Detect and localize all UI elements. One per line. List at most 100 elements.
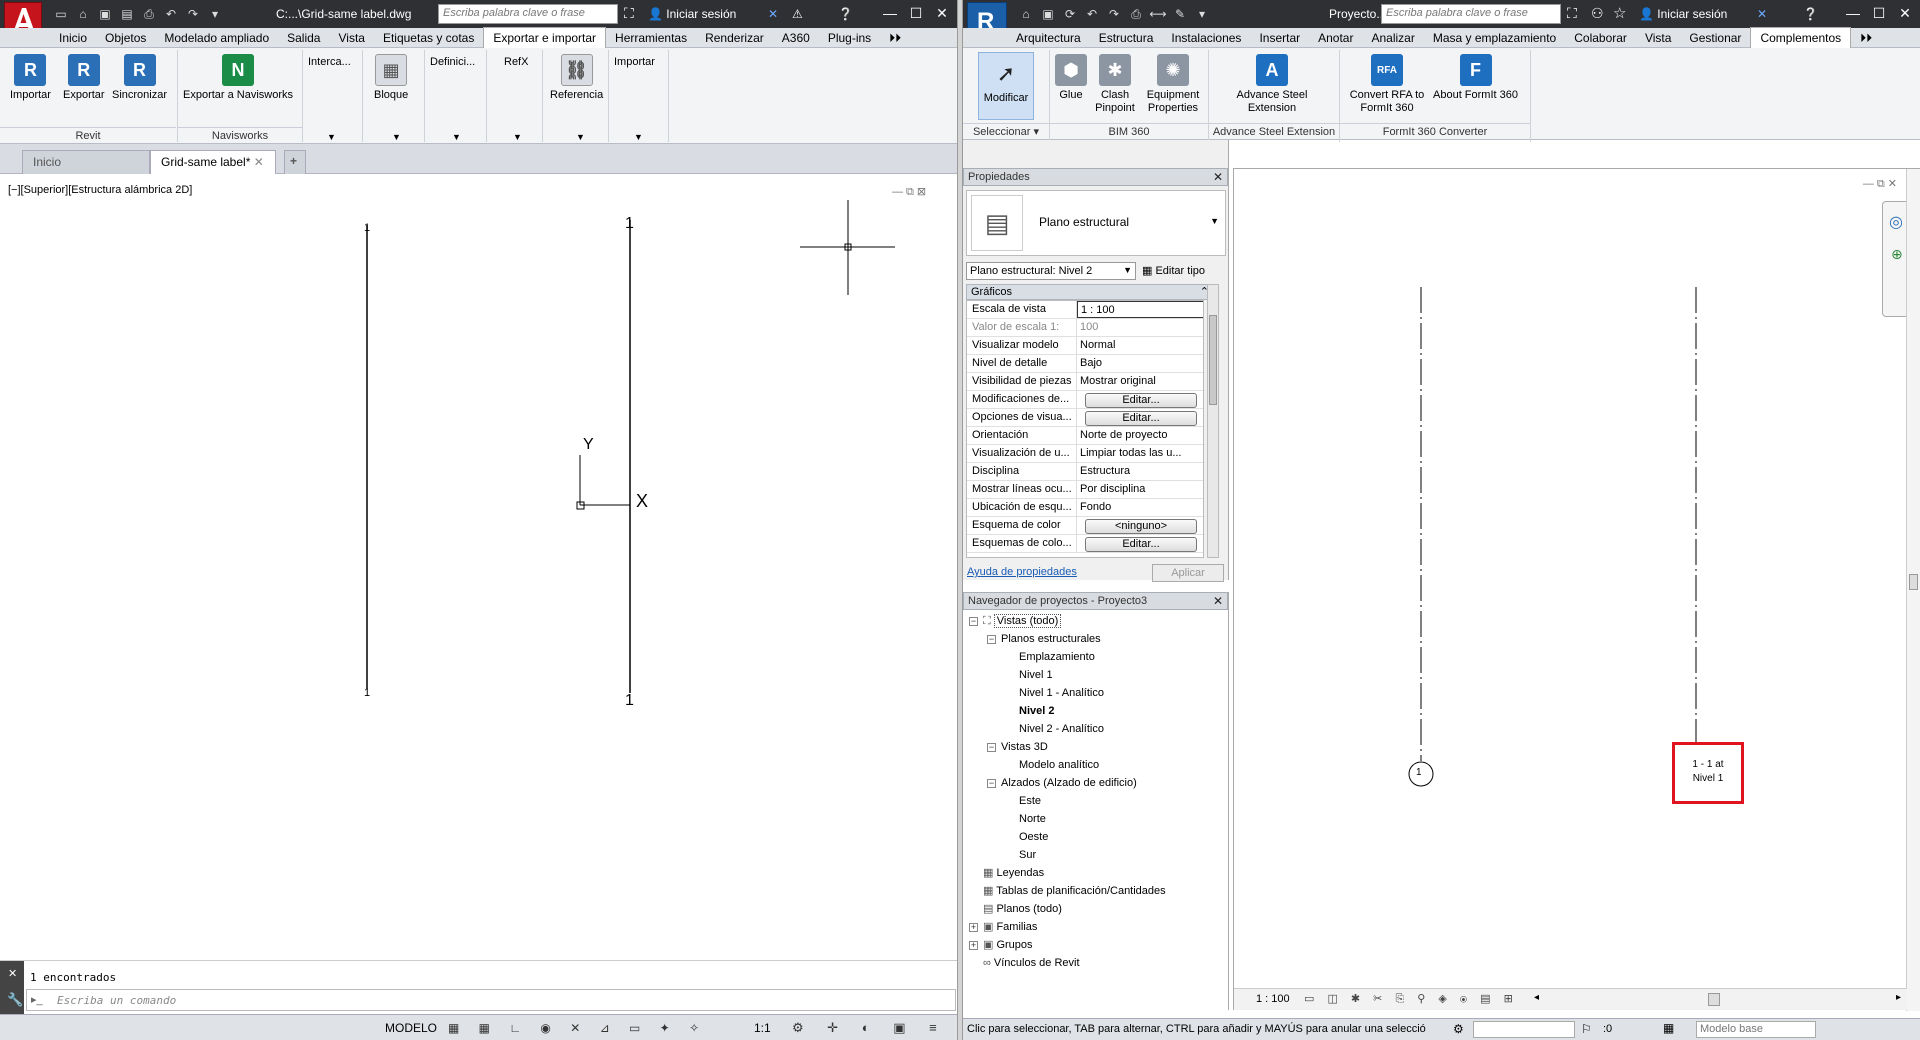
collapse-icon[interactable]: − [987,635,996,644]
instance-selector[interactable]: Plano estructural: Nivel 2 ▼ [966,262,1136,280]
property-row[interactable]: Esquema de color <ninguno> [967,517,1203,535]
revit-search-input[interactable]: Escriba palabra clave o frase [1381,4,1561,24]
advance-steel-button[interactable]: A Advance Steel Extension [1225,54,1319,115]
a360-icon[interactable]: ⚠ [792,7,803,21]
worksharing-icon[interactable]: ⚙ [1453,1022,1464,1036]
browser-item[interactable]: Este [1019,792,1041,810]
properties-help-link[interactable]: Ayuda de propiedades [967,566,1077,578]
open-file-icon[interactable]: ⌂ [74,5,92,23]
expand-icon[interactable]: + [969,923,978,932]
autocad-tab-10[interactable]: Plug-ins [819,28,880,48]
model-space-button[interactable]: MODELO [385,1021,437,1035]
status-field[interactable] [1473,1021,1575,1038]
definition-panel[interactable]: Definici... [430,56,475,69]
browser-item[interactable]: ▦ Tablas de planificación/Cantidades [983,882,1166,900]
navisworks-export-button[interactable]: N Exportar a Navisworks [183,54,293,102]
revit-tab-7[interactable]: Colaborar [1565,28,1636,48]
property-edit-button[interactable]: Editar... [1085,537,1197,552]
property-value[interactable]: Norte de proyecto [1077,427,1203,444]
collapse-icon[interactable]: − [969,617,978,626]
annotate-icon[interactable]: ✎ [1171,5,1189,23]
browser-item[interactable]: Nivel 1 - Analítico [1019,684,1104,702]
chevron-down-icon[interactable]: ▼ [576,132,585,142]
browser-item[interactable]: Alzados (Alzado de edificio) [1001,774,1137,792]
interchange-panel[interactable]: Interca... [308,56,351,69]
property-value[interactable]: Editar... [1077,391,1203,408]
revit-tab-5[interactable]: Analizar [1362,28,1423,48]
property-value[interactable]: Fondo [1077,499,1203,516]
browser-item[interactable]: ⛶ Vistas (todo) [983,612,1062,630]
scroll-thumb[interactable] [1209,315,1217,405]
scroll-left-icon[interactable]: ◂ [1534,992,1539,1003]
maximize-icon[interactable]: ☐ [1868,2,1890,24]
annotation-scale[interactable]: 1:1 [754,1021,771,1035]
more-tabs-icon[interactable]: ⏵⏵ [880,28,910,48]
property-edit-button[interactable]: Editar... [1085,393,1197,408]
command-input[interactable]: ▸_ Escriba un comando [26,989,956,1011]
browser-item[interactable]: Vistas 3D [1001,738,1048,756]
browser-item[interactable]: Modelo analítico [1019,756,1099,774]
measure-icon[interactable]: ⟷ [1149,5,1167,23]
autocad-tab-5[interactable]: Etiquetas y cotas [374,28,483,48]
browser-item[interactable]: Planos estructurales [1001,630,1101,648]
help-icon[interactable]: ❔ [838,7,853,21]
command-line-grip[interactable]: ✕ 🔧 [0,961,24,1015]
subscription-icon[interactable]: ⚇ [1591,5,1604,22]
browser-item[interactable]: Oeste [1019,828,1048,846]
reference-button[interactable]: ⛓ Referencia [550,54,603,102]
browser-item[interactable]: Nivel 2 [1019,702,1054,720]
property-row[interactable]: Esquemas de colo... Editar... [967,535,1203,553]
expand-icon[interactable]: + [969,941,978,950]
close-icon[interactable]: ✕ [8,967,24,980]
about-formit-button[interactable]: F About FormIt 360 [1433,54,1518,102]
graphics-section-header[interactable]: Gráficos ⌃ [966,284,1214,300]
highlighted-grid-label[interactable]: 1 - 1 at Nivel 1 [1672,742,1744,804]
exchange-icon[interactable]: ✕ [1757,7,1767,21]
undo-icon[interactable]: ↶ [1083,5,1101,23]
convert-rfa-button[interactable]: RFA Convert RFA to FormIt 360 [1347,54,1427,115]
browser-item[interactable]: ▣ Grupos [983,936,1033,954]
autocad-sign-in[interactable]: 👤 Iniciar sesión [648,7,736,21]
undo-icon[interactable]: ↶ [162,5,180,23]
property-value[interactable]: 1 : 100 [1077,301,1203,318]
chevron-down-icon[interactable]: ▼ [327,132,336,142]
chevron-down-icon[interactable]: ▼ [513,132,522,142]
revit-tab-2[interactable]: Instalaciones [1162,28,1250,48]
property-row[interactable]: Orientación Norte de proyecto [967,427,1203,445]
property-row[interactable]: Visualización de u... Limpiar todas las u… [967,445,1203,463]
autocad-tab-3[interactable]: Salida [278,28,329,48]
property-row[interactable]: Ubicación de esqu... Fondo [967,499,1203,517]
favorites-icon[interactable]: ☆ [1613,4,1626,22]
equipment-properties-button[interactable]: ✺ Equipment Properties [1141,54,1205,115]
autocad-tab-7[interactable]: Herramientas [606,28,696,48]
property-value[interactable]: Editar... [1077,535,1203,552]
property-value[interactable]: Limpiar todas las u... [1077,445,1203,462]
grid-label-top-1[interactable]: 1 [364,222,370,234]
customize-qat-icon[interactable]: ▾ [206,5,224,23]
property-row[interactable]: Visibilidad de piezas Mostrar original [967,373,1203,391]
chevron-down-icon[interactable]: ▼ [634,132,643,142]
collapse-icon[interactable]: − [987,743,996,752]
revit-sync-button[interactable]: R Sincronizar [112,54,167,102]
browser-item[interactable]: ▦ Leyendas [983,864,1044,882]
grid-label-top-2[interactable]: 1 [625,215,634,233]
properties-scrollbar[interactable] [1207,284,1219,558]
property-row[interactable]: Opciones de visua... Editar... [967,409,1203,427]
scroll-thumb[interactable] [1909,574,1918,590]
apply-button[interactable]: Aplicar [1152,564,1224,582]
property-row[interactable]: Visualizar modelo Normal [967,337,1203,355]
revit-tab-8[interactable]: Vista [1636,28,1680,48]
type-selector[interactable]: ▤ Plano estructural ▼ [966,190,1226,256]
status-toggles[interactable]: ▦ ▦ ∟ ◉ ✕ ⊿ ▭ ✦ ✧ [448,1021,707,1035]
vertical-scrollbar[interactable] [1906,169,1920,1011]
minimize-icon[interactable]: — [1842,2,1864,24]
model-base-field[interactable]: Modelo base [1696,1021,1816,1038]
file-tab-drawing[interactable]: Grid-same label* ✕ [150,150,276,174]
revit-tab-10[interactable]: Complementos [1750,27,1852,48]
open-file-icon[interactable]: ⌂ [1017,5,1035,23]
import-panel[interactable]: Importar [614,56,655,69]
property-row[interactable]: Disciplina Estructura [967,463,1203,481]
autocad-tab-8[interactable]: Renderizar [696,28,773,48]
filter-icon[interactable]: ⚐ [1581,1022,1592,1036]
save-as-icon[interactable]: ▤ [118,5,136,23]
